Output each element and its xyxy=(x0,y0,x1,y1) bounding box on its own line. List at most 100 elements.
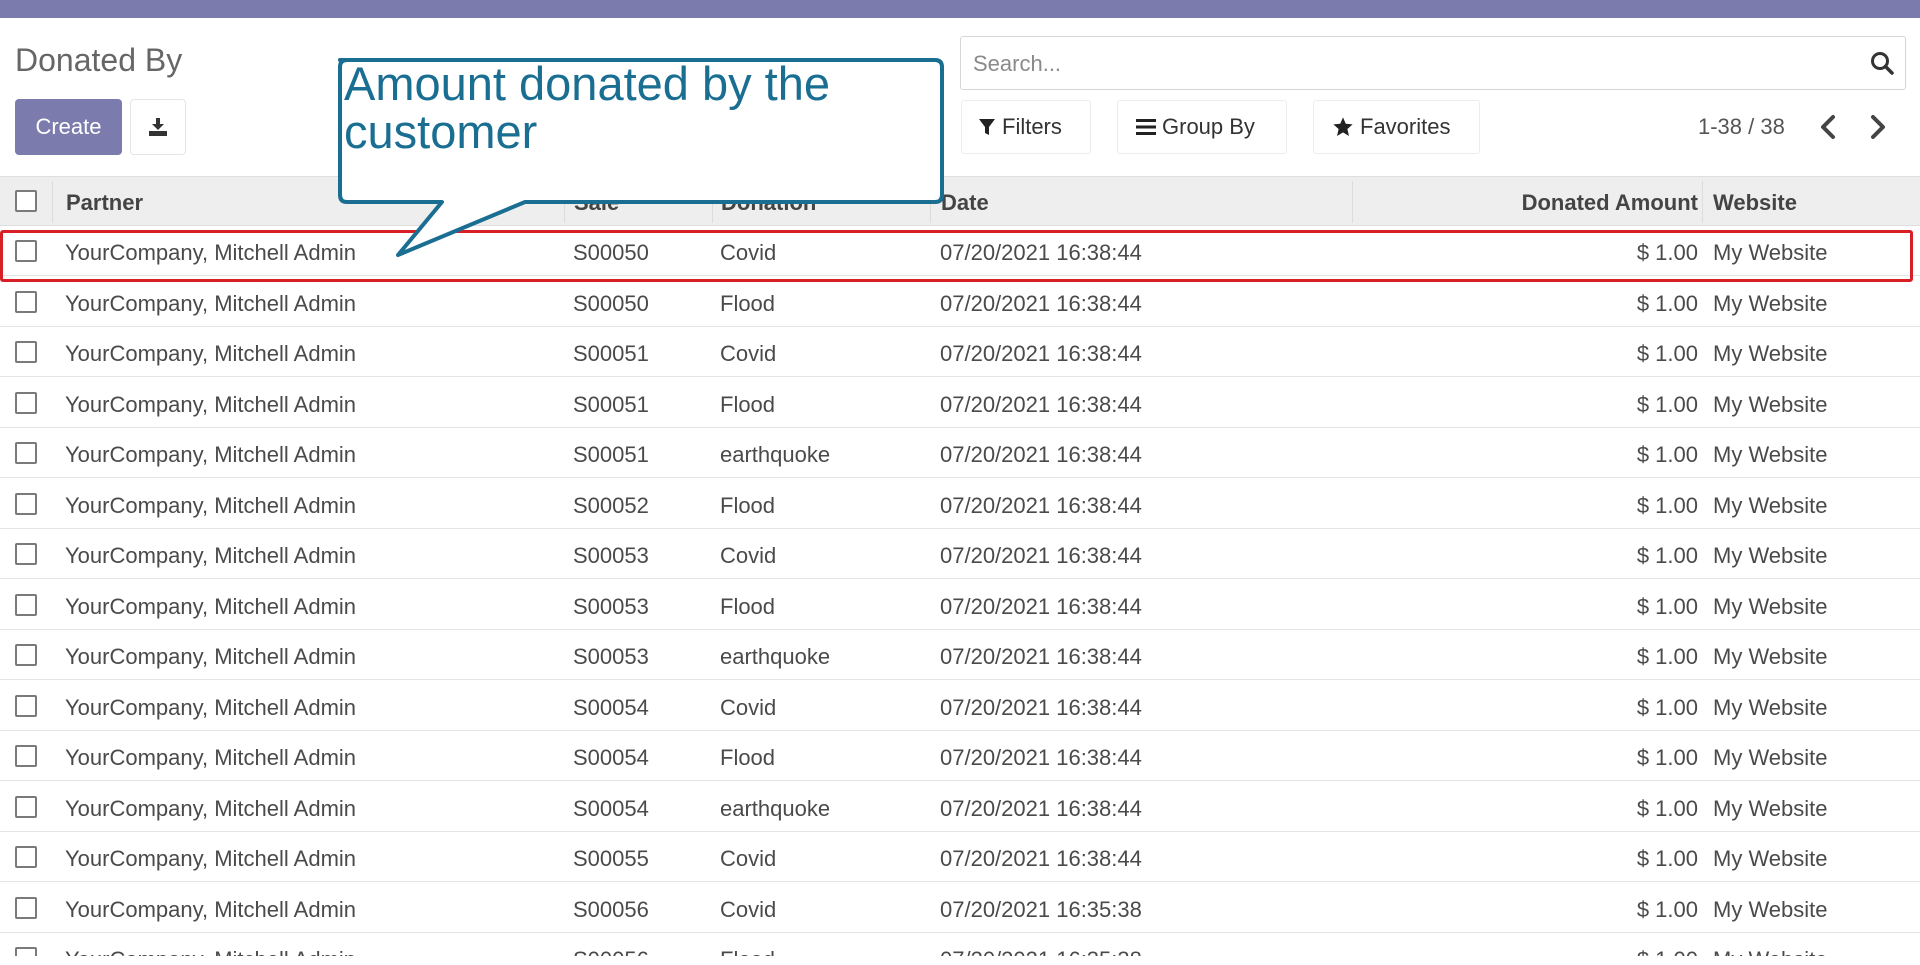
favorites-button[interactable]: Favorites xyxy=(1313,100,1480,154)
table-row[interactable]: YourCompany, Mitchell Admin S00055 Covid 07… xyxy=(0,832,1920,882)
row-highlight-box xyxy=(0,230,1913,282)
download-button[interactable] xyxy=(130,99,186,155)
date-cell: 07/20/2021 16:38:44 xyxy=(940,644,1142,669)
website-cell: My Website xyxy=(1713,694,1828,720)
row-checkbox[interactable] xyxy=(15,745,37,767)
partner-cell: YourCompany, Mitchell Admin xyxy=(65,947,356,956)
table-row[interactable]: YourCompany, Mitchell Admin S00056 Covid 07… xyxy=(0,883,1920,933)
select-all-checkbox[interactable] xyxy=(15,190,37,212)
annotation-text: Amount donated by the customer xyxy=(344,57,831,158)
search-input[interactable] xyxy=(971,47,1835,81)
column-header-donated-amount[interactable]: Donated Amount xyxy=(1522,190,1698,216)
donation-cell: earthquoke xyxy=(720,795,831,821)
table-row[interactable]: YourCompany, Mitchell Admin S00053 Covid 07… xyxy=(0,529,1920,579)
partner-cell: YourCompany, Mitchell Admin xyxy=(65,745,357,770)
table-row[interactable]: YourCompany, Mitchell Admin S00051 earthqu… xyxy=(0,428,1920,478)
table-row[interactable]: YourCompany, Mitchell Admin S00053 earthqu… xyxy=(0,630,1920,680)
list-icon xyxy=(1136,119,1156,135)
donation-cell: Flood xyxy=(720,745,776,770)
table-row[interactable]: YourCompany, Mitchell Admin S00051 Flood 07… xyxy=(0,378,1920,428)
website-cell: My Website xyxy=(1713,795,1828,821)
column-divider xyxy=(1702,181,1703,223)
group-by-button[interactable]: Group By xyxy=(1117,100,1287,154)
partner-cell: YourCompany, Mitchell Admin xyxy=(65,442,357,467)
row-checkbox[interactable] xyxy=(15,795,37,818)
sale-cell: S00054 xyxy=(573,694,649,720)
website-cell: My Website xyxy=(1713,492,1828,518)
date-cell: 07/20/2021 16:38:44 xyxy=(940,341,1142,366)
top-navbar xyxy=(0,0,1920,18)
donated-amount-cell: $ 1.00 xyxy=(1636,644,1698,669)
row-checkbox[interactable] xyxy=(15,644,37,666)
website-cell: My Website xyxy=(1713,947,1828,956)
row-checkbox[interactable] xyxy=(15,694,37,717)
row-checkbox[interactable] xyxy=(15,341,37,363)
row-checkbox[interactable] xyxy=(15,947,37,956)
row-checkbox[interactable] xyxy=(15,846,37,868)
date-cell: 07/20/2021 16:38:44 xyxy=(940,846,1142,871)
donation-cell: Covid xyxy=(720,846,777,871)
sale-cell: S00054 xyxy=(573,795,649,821)
website-cell: My Website xyxy=(1713,593,1828,619)
table-row[interactable]: YourCompany, Mitchell Admin S00054 Covid 07… xyxy=(0,681,1920,731)
sale-cell: S00056 xyxy=(573,896,649,922)
website-cell: My Website xyxy=(1713,341,1828,366)
column-divider xyxy=(52,181,53,223)
search-bar[interactable] xyxy=(960,36,1906,90)
sale-cell: S00055 xyxy=(573,846,649,871)
download-icon xyxy=(149,118,167,136)
date-cell: 07/20/2021 16:38:44 xyxy=(940,795,1142,821)
row-checkbox[interactable] xyxy=(15,442,37,464)
sale-cell: S00053 xyxy=(573,593,649,619)
table-row[interactable]: YourCompany, Mitchell Admin S00052 Flood 07… xyxy=(0,479,1920,529)
column-header-website[interactable]: Website xyxy=(1713,190,1797,216)
table-row[interactable]: YourCompany, Mitchell Admin S00053 Flood 07… xyxy=(0,580,1920,630)
partner-cell: YourCompany, Mitchell Admin xyxy=(65,492,357,518)
table-row[interactable]: YourCompany, Mitchell Admin S00054 earthqu… xyxy=(0,782,1920,832)
donated-amount-cell: $ 1.00 xyxy=(1636,593,1698,619)
column-header-partner[interactable]: Partner xyxy=(66,190,143,216)
star-icon xyxy=(1333,117,1353,136)
row-checkbox[interactable] xyxy=(15,593,37,616)
sale-cell: S00052 xyxy=(573,492,649,518)
filters-label: Filters xyxy=(1002,114,1062,139)
row-checkbox[interactable] xyxy=(15,391,37,414)
date-cell: 07/20/2021 16:35:38 xyxy=(940,947,1142,956)
table-row[interactable]: YourCompany, Mitchell Admin S00050 Flood 07… xyxy=(0,277,1920,327)
table-row[interactable]: YourCompany, Mitchell Admin S00051 Covid 07… xyxy=(0,327,1920,377)
row-checkbox[interactable] xyxy=(15,896,37,919)
column-divider xyxy=(1352,181,1353,223)
search-icon[interactable] xyxy=(1869,50,1895,76)
donation-cell: earthquoke xyxy=(720,644,831,669)
table-row[interactable]: YourCompany, Mitchell Admin S00054 Flood 07… xyxy=(0,731,1920,781)
donated-amount-cell: $ 1.00 xyxy=(1637,947,1698,956)
chevron-left-icon[interactable] xyxy=(1816,112,1840,142)
date-cell: 07/20/2021 16:38:44 xyxy=(940,391,1142,417)
date-cell: 07/20/2021 16:38:44 xyxy=(940,694,1142,720)
row-checkbox[interactable] xyxy=(15,290,37,313)
row-checkbox[interactable] xyxy=(15,543,37,565)
pager-value[interactable]: 1-38 / 38 xyxy=(1698,114,1785,140)
row-checkbox[interactable] xyxy=(15,492,37,515)
filter-icon xyxy=(979,119,995,135)
table-body: YourCompany, Mitchell Admin S00050 Covid 07… xyxy=(0,226,1920,956)
donated-amount-cell: $ 1.00 xyxy=(1636,896,1698,922)
date-cell: 07/20/2021 16:38:44 xyxy=(940,492,1142,518)
website-cell: My Website xyxy=(1713,290,1828,316)
chevron-right-icon[interactable] xyxy=(1866,112,1890,142)
sale-cell: S00051 xyxy=(573,391,649,417)
donated-amount-cell: $ 1.00 xyxy=(1636,745,1698,770)
date-cell: 07/20/2021 16:38:44 xyxy=(940,593,1142,619)
create-button[interactable]: Create xyxy=(15,99,122,155)
table-row[interactable]: YourCompany, Mitchell Admin S00056 Flood 07… xyxy=(0,933,1920,956)
filters-button[interactable]: Filters xyxy=(961,100,1091,154)
website-cell: My Website xyxy=(1713,896,1828,922)
partner-cell: YourCompany, Mitchell Admin xyxy=(65,896,357,922)
page-title: Donated By xyxy=(15,42,183,78)
sale-cell: S00054 xyxy=(573,745,649,770)
sale-cell: S00053 xyxy=(573,644,649,669)
partner-cell: YourCompany, Mitchell Admin xyxy=(65,290,357,316)
website-cell: My Website xyxy=(1713,391,1828,417)
donation-cell: Flood xyxy=(720,391,776,417)
partner-cell: YourCompany, Mitchell Admin xyxy=(65,593,357,619)
